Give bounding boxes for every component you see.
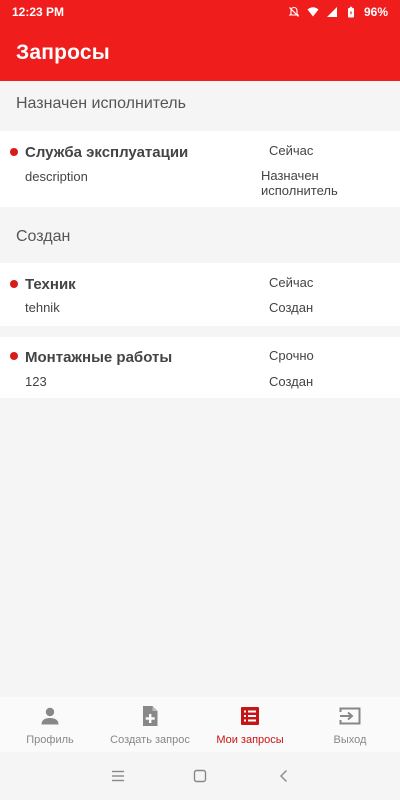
- app-bar: Запросы: [0, 24, 400, 81]
- nav-label: Профиль: [26, 734, 74, 746]
- request-status: Создан: [269, 374, 314, 389]
- request-title: Служба эксплуатации: [25, 144, 189, 161]
- request-description: description: [25, 169, 88, 184]
- person-icon: [41, 707, 59, 725]
- nav-create-request[interactable]: Создать запрос: [100, 697, 200, 752]
- request-time: Сейчас: [269, 275, 314, 290]
- nav-logout[interactable]: Выход: [300, 697, 400, 752]
- battery-level: 96%: [363, 5, 388, 19]
- status-dot: [10, 352, 18, 360]
- request-time: Срочно: [269, 348, 314, 363]
- request-title: Монтажные работы: [25, 349, 173, 366]
- request-card[interactable]: Служба эксплуатации description Сейчас Н…: [0, 131, 400, 207]
- signal-icon: [326, 7, 337, 17]
- request-description: 123: [25, 374, 47, 389]
- request-card[interactable]: Монтажные работы 123 Срочно Создан: [0, 337, 400, 398]
- notifications-off-icon: [288, 6, 300, 17]
- section-header-assigned: Назначен исполнитель: [16, 95, 186, 112]
- status-icons: 96%: [288, 5, 388, 19]
- back-icon[interactable]: [276, 768, 292, 784]
- wifi-icon: [307, 7, 319, 17]
- status-time: 12:23 PM: [12, 5, 65, 19]
- list-icon: [241, 707, 259, 725]
- nav-label: Создать запрос: [110, 734, 190, 746]
- status-dot: [10, 148, 18, 156]
- battery-icon: [347, 6, 354, 18]
- nav-label: Мои запросы: [216, 734, 284, 746]
- nav-label: Выход: [333, 734, 367, 746]
- logout-icon: [339, 707, 361, 725]
- nav-profile[interactable]: Профиль: [0, 697, 100, 752]
- bottom-navigation: Профиль Создать запрос Мои запросы Выход: [0, 697, 400, 752]
- status-bar: 12:23 PM 96%: [0, 0, 400, 24]
- request-title: Техник: [25, 276, 76, 293]
- page-title: Запросы: [16, 40, 110, 64]
- system-navigation-bar: [0, 752, 400, 800]
- request-status: Создан: [269, 300, 314, 315]
- nav-my-requests[interactable]: Мои запросы: [200, 697, 300, 752]
- add-document-icon: [143, 706, 158, 726]
- status-dot: [10, 280, 18, 288]
- request-description: tehnik: [25, 300, 60, 315]
- menu-icon[interactable]: [110, 768, 126, 784]
- request-card[interactable]: Техник tehnik Сейчас Создан: [0, 263, 400, 326]
- request-time: Сейчас: [269, 143, 314, 158]
- home-icon[interactable]: [192, 768, 208, 784]
- request-status: Назначен исполнитель: [261, 168, 338, 198]
- section-header-created: Создан: [16, 228, 71, 245]
